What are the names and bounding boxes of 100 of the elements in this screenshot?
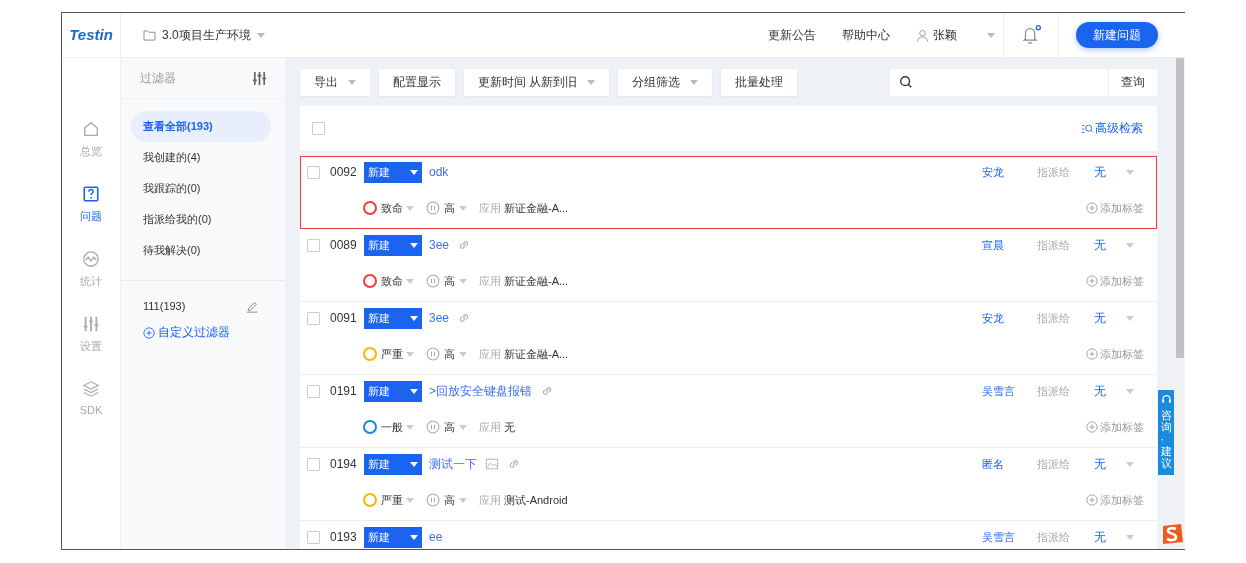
assignee-dropdown[interactable]: 无: [1094, 236, 1134, 254]
status-dropdown[interactable]: 新建: [364, 234, 422, 256]
pause-circle-icon: [426, 420, 440, 434]
assign-label: 指派给: [1037, 529, 1071, 545]
filter-item[interactable]: 指派给我的(0): [131, 204, 271, 235]
assignee-dropdown[interactable]: 无: [1094, 528, 1134, 546]
issue-id: 0089: [330, 238, 358, 252]
app-name: 测试-Android: [504, 492, 568, 508]
priority-dropdown[interactable]: 高: [426, 273, 467, 289]
assignee-dropdown[interactable]: 无: [1094, 163, 1134, 181]
pause-circle-icon: [426, 493, 440, 507]
filter-title: 过滤器: [140, 69, 176, 87]
pulse-icon: [82, 250, 100, 268]
search-button[interactable]: 查询: [1108, 68, 1157, 96]
toolbar-button[interactable]: 更新时间 从新到旧: [464, 68, 610, 96]
search-icon: [899, 75, 913, 89]
reporter-name[interactable]: 安龙: [982, 164, 1037, 180]
edit-icon[interactable]: [245, 299, 259, 313]
toolbar-button[interactable]: 批量处理: [721, 68, 798, 96]
priority-dropdown[interactable]: 高: [426, 492, 467, 508]
home-icon: [82, 120, 100, 138]
severity-dropdown[interactable]: 严重: [363, 346, 414, 362]
header-link[interactable]: 更新公告: [768, 26, 816, 44]
filter-item[interactable]: 待我解决(0): [131, 235, 271, 266]
assignee-dropdown[interactable]: 无: [1094, 455, 1134, 473]
advanced-search-link[interactable]: 高级检索: [1081, 120, 1143, 137]
filter-item[interactable]: 我创建的(4): [131, 142, 271, 173]
ime-logo-icon[interactable]: [1160, 523, 1184, 545]
issue-id: 0191: [330, 384, 358, 398]
issue-title[interactable]: ee: [429, 530, 443, 544]
priority-dropdown[interactable]: 高: [426, 200, 467, 216]
issue-title[interactable]: 3ee: [429, 311, 450, 325]
issue-title[interactable]: >回放安全键盘报错: [429, 382, 532, 400]
issue-row[interactable]: 0091 新建 3ee 安龙 指派给 无 严重 高 应用 新证金融-A... 添加标签: [300, 302, 1157, 375]
new-issue-button[interactable]: 新建问题: [1076, 22, 1158, 48]
status-dropdown[interactable]: 新建: [364, 526, 422, 548]
logo[interactable]: Testin: [62, 13, 121, 57]
question-icon: [82, 185, 100, 203]
scrollbar-thumb[interactable]: [1176, 58, 1184, 358]
search-field[interactable]: [890, 68, 1108, 96]
header-link[interactable]: 帮助中心: [842, 26, 890, 44]
toolbar-button[interactable]: 导出: [300, 68, 370, 96]
issue-row[interactable]: 0193 新建 ee 吴雪言 指派给 无: [300, 521, 1157, 549]
add-filter-link[interactable]: 自定义过滤器: [143, 324, 259, 341]
filter-item[interactable]: 查看全部(193): [131, 111, 271, 142]
issue-row[interactable]: 0089 新建 3ee 宣晨 指派给 无 致命 高 应用 新证金融-A... 添加标签: [300, 229, 1157, 302]
project-selector[interactable]: 3.0项目生产环境: [143, 26, 265, 44]
toolbar-button[interactable]: 分组筛选: [618, 68, 713, 96]
issue-row[interactable]: 0092 新建 odk 安龙 指派给 无 致命 高 应用 新证金融-A... 添加标签: [300, 156, 1157, 229]
app-label: 应用: [479, 492, 501, 508]
plus-circle-icon: [1086, 421, 1098, 433]
custom-filter[interactable]: 111(193): [143, 300, 186, 312]
app-name: 新证金融-A...: [504, 273, 569, 289]
pause-circle-icon: [426, 201, 440, 215]
user-icon: [916, 28, 929, 42]
issue-title[interactable]: odk: [429, 165, 449, 179]
status-dropdown[interactable]: 新建: [364, 161, 422, 183]
add-tag-link[interactable]: 添加标签: [1086, 200, 1144, 216]
user-menu[interactable]: 张颖: [916, 26, 995, 44]
priority-dropdown[interactable]: 高: [426, 419, 467, 435]
app-label: 应用: [479, 346, 501, 362]
nav-item[interactable]: 问题: [80, 185, 102, 224]
assignee-dropdown[interactable]: 无: [1094, 382, 1134, 400]
add-tag-link[interactable]: 添加标签: [1086, 346, 1144, 362]
reporter-name[interactable]: 吴雪言: [982, 529, 1037, 545]
severity-dropdown[interactable]: 严重: [363, 492, 414, 508]
severity-dropdown[interactable]: 一般: [363, 419, 414, 435]
issue-title[interactable]: 测试一下: [429, 455, 477, 473]
add-tag-link[interactable]: 添加标签: [1086, 419, 1144, 435]
row-checkbox[interactable]: [307, 311, 320, 325]
filter-item[interactable]: 我跟踪的(0): [131, 173, 271, 204]
reporter-name[interactable]: 匿名: [982, 456, 1037, 472]
row-checkbox[interactable]: [307, 457, 320, 471]
severity-dropdown[interactable]: 致命: [363, 200, 414, 216]
row-checkbox[interactable]: [307, 165, 320, 179]
reporter-name[interactable]: 宣晨: [982, 237, 1037, 253]
plus-circle-icon: [143, 326, 155, 339]
reporter-name[interactable]: 安龙: [982, 310, 1037, 326]
priority-dropdown[interactable]: 高: [426, 346, 467, 362]
row-checkbox[interactable]: [307, 384, 320, 398]
status-dropdown[interactable]: 新建: [364, 307, 422, 329]
issue-title[interactable]: 3ee: [429, 238, 450, 252]
status-dropdown[interactable]: 新建: [364, 453, 422, 475]
select-all-checkbox[interactable]: [312, 122, 325, 135]
issue-row[interactable]: 0194 新建 测试一下 匿名 指派给 无 严重 高 应用 测试-Android 添加标签: [300, 448, 1157, 521]
assign-label: 指派给: [1037, 310, 1071, 326]
sliders-icon[interactable]: [252, 70, 267, 86]
consult-tab[interactable]: 咨询·建议: [1158, 390, 1174, 476]
status-dropdown[interactable]: 新建: [364, 380, 422, 402]
assignee-dropdown[interactable]: 无: [1094, 309, 1134, 327]
add-tag-link[interactable]: 添加标签: [1086, 273, 1144, 289]
severity-dropdown[interactable]: 致命: [363, 273, 414, 289]
add-tag-link[interactable]: 添加标签: [1086, 492, 1144, 508]
bell-icon[interactable]: [1020, 24, 1042, 46]
row-checkbox[interactable]: [307, 238, 320, 252]
reporter-name[interactable]: 吴雪言: [982, 383, 1037, 399]
app-label: 应用: [479, 419, 501, 435]
toolbar-button[interactable]: 配置显示: [379, 68, 455, 96]
issue-row[interactable]: 0191 新建 >回放安全键盘报错 吴雪言 指派给 无 一般 高 应用 无 添加标签: [300, 375, 1157, 448]
row-checkbox[interactable]: [307, 530, 320, 544]
